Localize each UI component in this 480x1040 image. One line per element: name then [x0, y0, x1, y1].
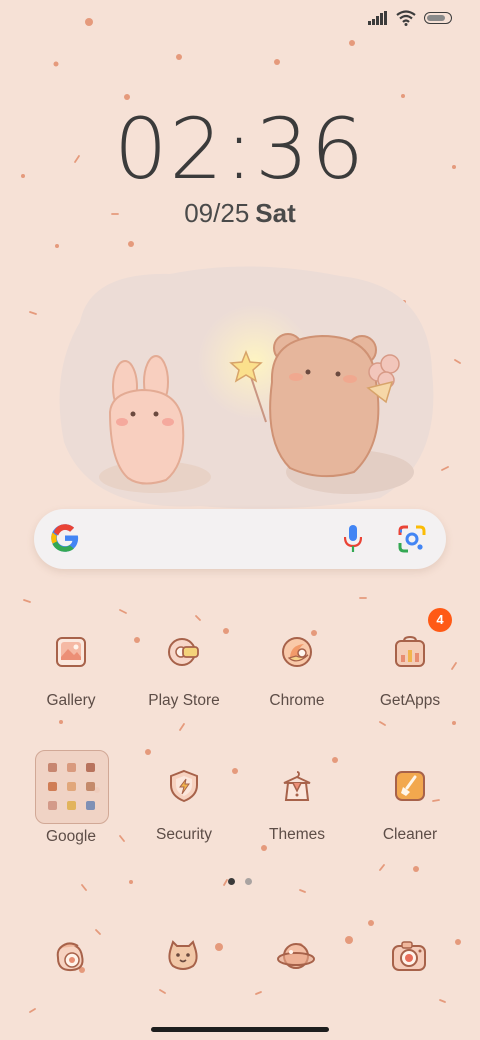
home-indicator-bar[interactable]: [151, 1027, 329, 1032]
gallery-icon: [56, 637, 86, 667]
app-label: Play Store: [148, 692, 220, 709]
google-search-bar[interactable]: [34, 509, 446, 569]
app-gallery[interactable]: Gallery: [16, 620, 126, 710]
battery-icon: [424, 12, 452, 24]
dock-app-4[interactable]: [389, 936, 429, 976]
folder-mini-icon: [86, 801, 95, 810]
camera-icon: [392, 941, 426, 971]
getapps-icon: [395, 635, 425, 667]
app-getapps[interactable]: GetApps: [355, 620, 465, 710]
folder-mini-icon: [86, 782, 95, 791]
day-label: Sat: [255, 198, 296, 228]
app-label: Security: [156, 826, 212, 843]
microphone-icon[interactable]: [344, 525, 362, 553]
app-cleaner[interactable]: Cleaner: [355, 754, 465, 844]
app-label: Gallery: [46, 692, 96, 709]
app-label: Google: [46, 828, 96, 845]
page-dot-active[interactable]: [228, 878, 235, 885]
security-icon: [170, 769, 198, 803]
page-indicator[interactable]: [0, 878, 480, 885]
app-chrome[interactable]: Chrome: [242, 620, 352, 710]
app-themes[interactable]: Themes: [242, 754, 352, 844]
folder-mini-icon: [86, 763, 95, 772]
themes-icon: [283, 771, 311, 801]
wallpaper-illustration: [59, 266, 434, 509]
dock-app-2[interactable]: [163, 936, 203, 976]
app-label: Cleaner: [382, 826, 438, 843]
folder-label-container[interactable]: Google: [16, 828, 126, 846]
folder-mini-icon: [48, 763, 57, 772]
signal-icon: [368, 11, 387, 25]
dock-app-1-icon: [56, 942, 84, 972]
folder-google[interactable]: [35, 750, 109, 824]
app-label: Chrome: [269, 692, 325, 709]
play-store-icon: [168, 638, 199, 666]
dock-app-1[interactable]: [50, 936, 90, 976]
google-g-icon: [51, 524, 79, 552]
folder-mini-icon: [67, 782, 76, 791]
messages-icon: [168, 940, 198, 970]
wifi-icon: [396, 10, 416, 26]
page-dot[interactable]: [245, 878, 252, 885]
browser-icon: [277, 943, 315, 969]
google-lens-icon[interactable]: [398, 525, 426, 553]
date-label: 09/25: [184, 198, 250, 228]
clock-date[interactable]: 09/25 Sat: [0, 198, 480, 229]
cleaner-icon: [395, 771, 425, 801]
status-bar: [368, 10, 452, 26]
folder-mini-icon: [48, 782, 57, 791]
app-label: GetApps: [379, 692, 441, 709]
dock-app-3[interactable]: [276, 936, 316, 976]
app-play-store[interactable]: Play Store: [129, 620, 239, 710]
folder-mini-icon: [48, 801, 57, 810]
app-security[interactable]: Security: [129, 754, 239, 844]
folder-mini-icon: [67, 763, 76, 772]
folder-mini-icon: [67, 801, 76, 810]
clock-time[interactable]: 02:36: [0, 100, 480, 198]
chrome-icon: [282, 637, 312, 667]
app-label: Themes: [269, 826, 325, 843]
notification-badge: 4: [428, 608, 452, 632]
